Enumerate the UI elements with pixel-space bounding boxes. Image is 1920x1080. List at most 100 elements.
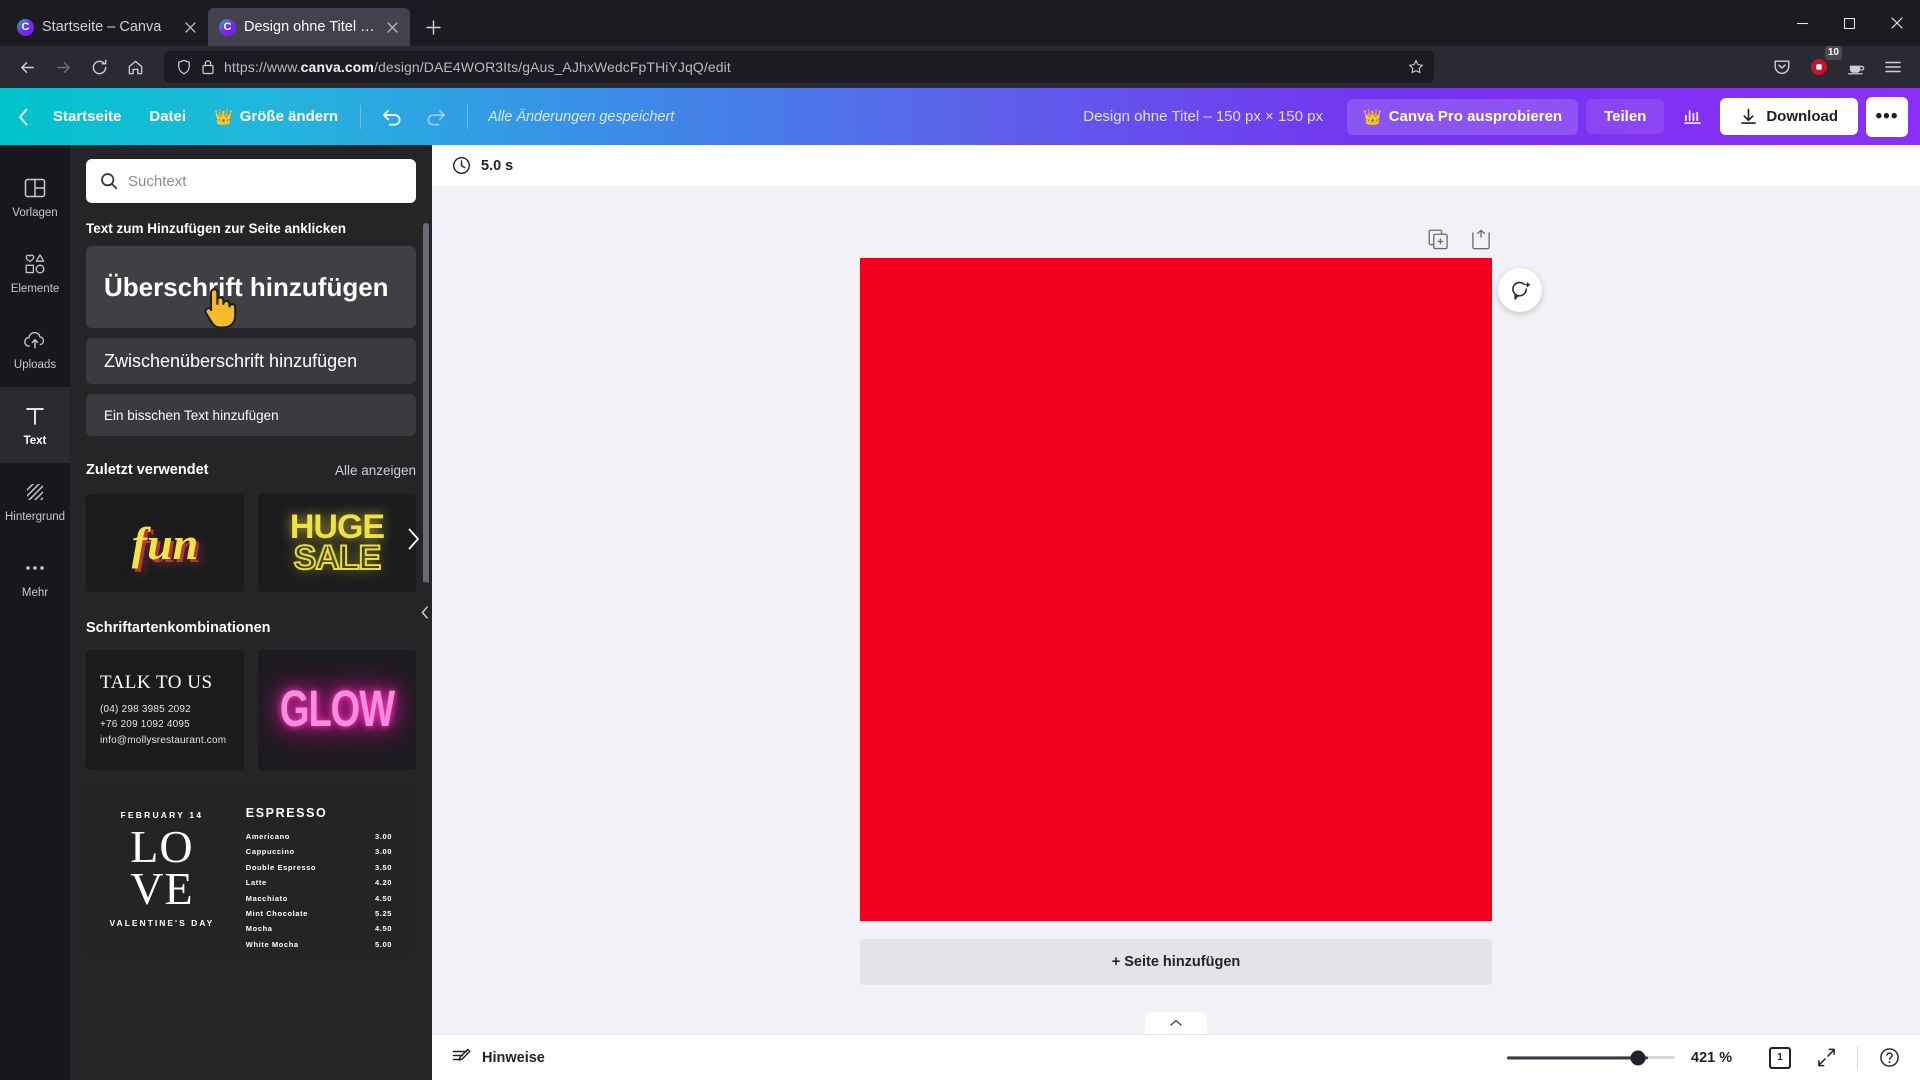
- chevron-left-icon[interactable]: [10, 108, 39, 126]
- add-heading-button[interactable]: Überschrift hinzufügen: [86, 246, 416, 329]
- design-artboard[interactable]: [860, 258, 1492, 921]
- artboard-wrapper: [860, 258, 1542, 921]
- talk-card-title: TALK TO US: [100, 671, 213, 693]
- canvas-area: + Seite hinzufügen: [432, 187, 1920, 1034]
- save-status: Alle Änderungen gespeichert: [488, 108, 675, 125]
- espresso-menu-row: Double Espresso 3.50: [246, 860, 398, 875]
- left-rail: Vorlagen Elemente Uploads Text Hintergru: [0, 145, 70, 1080]
- shield-icon[interactable]: [176, 59, 192, 75]
- maximize-icon[interactable]: [1826, 0, 1873, 46]
- sidebar-item-label: Elemente: [10, 282, 60, 295]
- cup-icon[interactable]: [1839, 50, 1873, 84]
- crown-icon: 👑: [1363, 108, 1382, 126]
- pages-stack-icon[interactable]: 1: [1765, 1043, 1795, 1073]
- search-input[interactable]: [128, 172, 402, 190]
- espresso-menu-row: Americano 3.00: [246, 829, 398, 844]
- add-body-text-label: Ein bisschen Text hinzufügen: [104, 407, 279, 423]
- text-panel: Text zum Hinzufügen zur Seite anklicken …: [70, 145, 432, 1080]
- love-line-2: VE: [130, 863, 194, 914]
- minimize-icon[interactable]: [1779, 0, 1826, 46]
- talk-card-line-3: info@mollysrestaurant.com: [100, 734, 227, 746]
- sidebar-item-text[interactable]: Text: [0, 387, 70, 463]
- help-question-icon[interactable]: [1874, 1043, 1904, 1073]
- recent-section-header: Zuletzt verwendet Alle anzeigen: [86, 446, 416, 484]
- sidebar-item-label: Text: [23, 434, 47, 447]
- search-box[interactable]: [86, 159, 416, 203]
- back-arrow-icon[interactable]: [10, 50, 44, 84]
- add-page-button[interactable]: + Seite hinzufügen: [860, 939, 1492, 985]
- notes-button[interactable]: Hinweise: [452, 1048, 545, 1067]
- sidebar-item-hintergrund[interactable]: Hintergrund: [0, 463, 70, 539]
- home-button[interactable]: Startseite: [39, 100, 135, 133]
- canva-pro-button[interactable]: 👑 Canva Pro ausprobieren: [1347, 98, 1579, 135]
- recent-see-all-link[interactable]: Alle anzeigen: [335, 463, 416, 478]
- browser-tab-1[interactable]: C Startseite – Canva: [6, 8, 208, 46]
- close-icon[interactable]: [181, 18, 200, 37]
- bar-chart-icon[interactable]: [1672, 97, 1712, 137]
- star-icon[interactable]: [1408, 59, 1424, 75]
- zoom-slider[interactable]: [1507, 1050, 1675, 1066]
- duplicate-page-icon[interactable]: [1428, 229, 1449, 250]
- expand-arrows-icon[interactable]: [1811, 1043, 1841, 1073]
- add-body-text-button[interactable]: Ein bisschen Text hinzufügen: [86, 394, 416, 436]
- clock-icon: [452, 156, 471, 175]
- chevron-right-icon[interactable]: [407, 528, 420, 550]
- love-card-footer: VALENTINE'S DAY: [109, 918, 215, 929]
- pocket-icon[interactable]: [1765, 50, 1799, 84]
- home-icon[interactable]: [118, 50, 152, 84]
- add-heading-label: Überschrift hinzufügen: [104, 271, 389, 302]
- reload-icon[interactable]: [82, 50, 116, 84]
- espresso-item-name: Latte: [245, 878, 267, 888]
- share-button[interactable]: Teilen: [1586, 99, 1665, 134]
- editor-bottom-bar: Hinweise 421 % 1: [432, 1034, 1920, 1080]
- document-title[interactable]: Design ohne Titel – 150 px × 150 px: [1083, 108, 1339, 125]
- sidebar-item-vorlagen[interactable]: Vorlagen: [0, 159, 70, 235]
- lock-icon: [201, 59, 215, 75]
- panel-scrollbar[interactable]: [423, 223, 429, 643]
- panel-collapse-button[interactable]: [417, 581, 432, 644]
- zoom-slider-handle[interactable]: [1630, 1050, 1646, 1065]
- zoom-percent-value[interactable]: 421 %: [1691, 1050, 1749, 1066]
- font-combo-glow[interactable]: GLOW: [258, 650, 416, 770]
- sidebar-item-uploads[interactable]: Uploads: [0, 311, 70, 387]
- more-options-button[interactable]: •••: [1866, 96, 1908, 137]
- recent-thumbnail-huge-sale[interactable]: HUGE SALE: [258, 494, 416, 592]
- extension-icon[interactable]: 10: [1802, 46, 1842, 84]
- close-icon[interactable]: [1873, 0, 1920, 46]
- tab-title: Design ohne Titel – 150 × 150px: [244, 19, 375, 35]
- download-button[interactable]: Download: [1720, 98, 1858, 135]
- browser-nav-bar: https://www.canva.com/design/DAE4WOR3Its…: [0, 46, 1920, 88]
- love-line-1: LO: [130, 820, 194, 872]
- add-page-icon[interactable]: [1471, 229, 1492, 250]
- page-duration-value[interactable]: 5.0 s: [481, 158, 513, 174]
- download-arrow-icon: [1740, 108, 1757, 125]
- espresso-menu-row: Mint Chocolate 5.25: [246, 906, 398, 921]
- espresso-item-price: 4.20: [375, 878, 392, 888]
- new-tab-button[interactable]: [416, 10, 450, 44]
- canva-icon: C: [219, 18, 236, 36]
- canva-icon: C: [17, 18, 34, 36]
- font-combo-talk-to-us[interactable]: TALK TO US (04) 298 3985 2092 +76 209 10…: [86, 650, 244, 770]
- talk-card-content: TALK TO US (04) 298 3985 2092 +76 209 10…: [100, 672, 230, 749]
- espresso-item-price: 5.25: [375, 908, 392, 918]
- sidebar-item-mehr[interactable]: Mehr: [0, 539, 70, 615]
- panel-search-wrapper: [70, 145, 432, 213]
- close-icon[interactable]: [383, 18, 402, 37]
- espresso-item-price: 4.50: [375, 893, 392, 903]
- browser-toolbar-right: 10: [1765, 46, 1910, 84]
- add-subheading-button[interactable]: Zwischenüberschrift hinzufügen: [86, 338, 416, 384]
- espresso-item-name: White Mocha: [245, 939, 299, 949]
- resize-button[interactable]: 👑 Größe ändern: [200, 100, 352, 134]
- file-menu-button[interactable]: Datei: [135, 100, 200, 133]
- browser-tab-2[interactable]: C Design ohne Titel – 150 × 150px: [208, 8, 410, 46]
- url-bar[interactable]: https://www.canva.com/design/DAE4WOR3Its…: [164, 51, 1434, 83]
- espresso-menu: ESPRESSO Americano 3.00 Cappuccino 3.00 Doub…: [238, 784, 416, 954]
- hamburger-menu-icon[interactable]: [1876, 50, 1910, 84]
- recent-thumbnail-fun[interactable]: fun: [86, 494, 244, 592]
- font-combo-love-menu[interactable]: FEBRUARY 14 LO VE VALENTINE'S DAY ESPRES…: [86, 784, 416, 954]
- magic-refresh-icon[interactable]: [1498, 268, 1542, 312]
- sidebar-item-label: Hintergrund: [4, 510, 66, 523]
- undo-icon[interactable]: [369, 100, 414, 134]
- sidebar-item-elemente[interactable]: Elemente: [0, 235, 70, 311]
- bottom-panel-handle[interactable]: [1145, 1012, 1207, 1034]
